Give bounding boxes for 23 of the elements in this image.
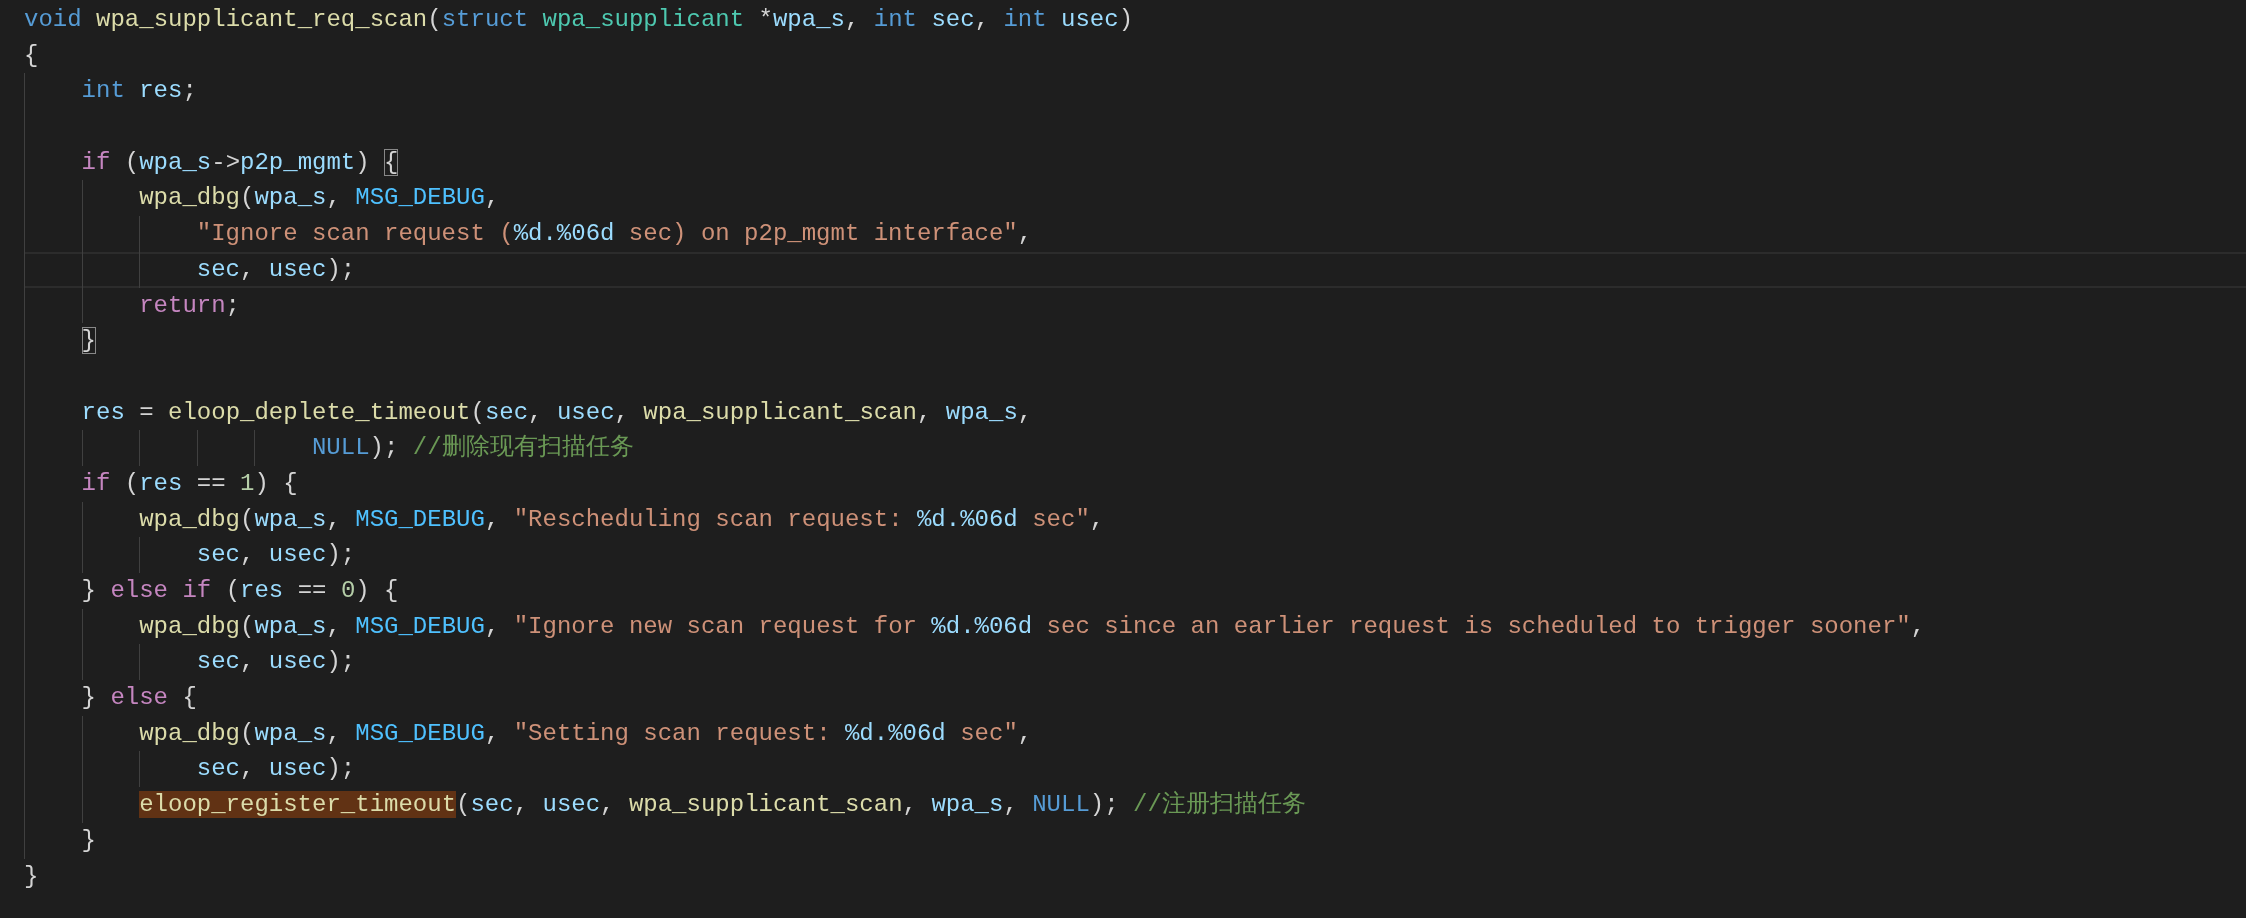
code-line: wpa_dbg(wpa_s, MSG_DEBUG, "Rescheduling scan request: %d.%06d sec", xyxy=(24,501,2246,538)
code-line: } else if (res == 0) { xyxy=(24,573,2246,609)
code-line: sec, usec); xyxy=(24,644,2246,681)
code-line: sec, usec); xyxy=(24,251,2246,288)
code-line: } xyxy=(24,323,2246,359)
code-line: eloop_register_timeout(sec, usec, wpa_supplicant_scan, wpa_s, NULL); //注册扫描任务 xyxy=(24,787,2246,823)
code-line: int res; xyxy=(24,73,2246,110)
code-line: } xyxy=(24,822,2246,859)
code-line: wpa_dbg(wpa_s, MSG_DEBUG, "Ignore new scan request for %d.%06d sec since an earlier request is scheduled to trigger sooner", xyxy=(24,608,2246,645)
code-line: return; xyxy=(24,287,2246,324)
code-line: { xyxy=(24,40,40,71)
code-line: if (res == 1) { xyxy=(24,465,2246,502)
code-line: void wpa_supplicant_req_scan(struct wpa_supplicant *wpa_s, int sec, int usec) xyxy=(24,5,1135,35)
code-line: sec, usec); xyxy=(24,537,2246,573)
code-line: NULL); //删除现有扫描任务 xyxy=(24,430,2246,466)
code-line: } else { xyxy=(24,680,2246,716)
code-line: wpa_dbg(wpa_s, MSG_DEBUG, xyxy=(24,180,2246,217)
code-line: wpa_dbg(wpa_s, MSG_DEBUG, "Setting scan request: %d.%06d sec", xyxy=(24,715,2246,752)
code-line: } xyxy=(24,861,40,892)
code-line: "Ignore scan request (%d.%06d sec) on p2p_mgmt interface", xyxy=(24,216,2246,252)
code-line: if (wpa_s->p2p_mgmt) { xyxy=(24,144,2246,181)
code-line: sec, usec); xyxy=(24,751,2246,788)
code-line: res = eloop_deplete_timeout(sec, usec, wpa_supplicant_scan, wpa_s, xyxy=(24,394,2246,431)
